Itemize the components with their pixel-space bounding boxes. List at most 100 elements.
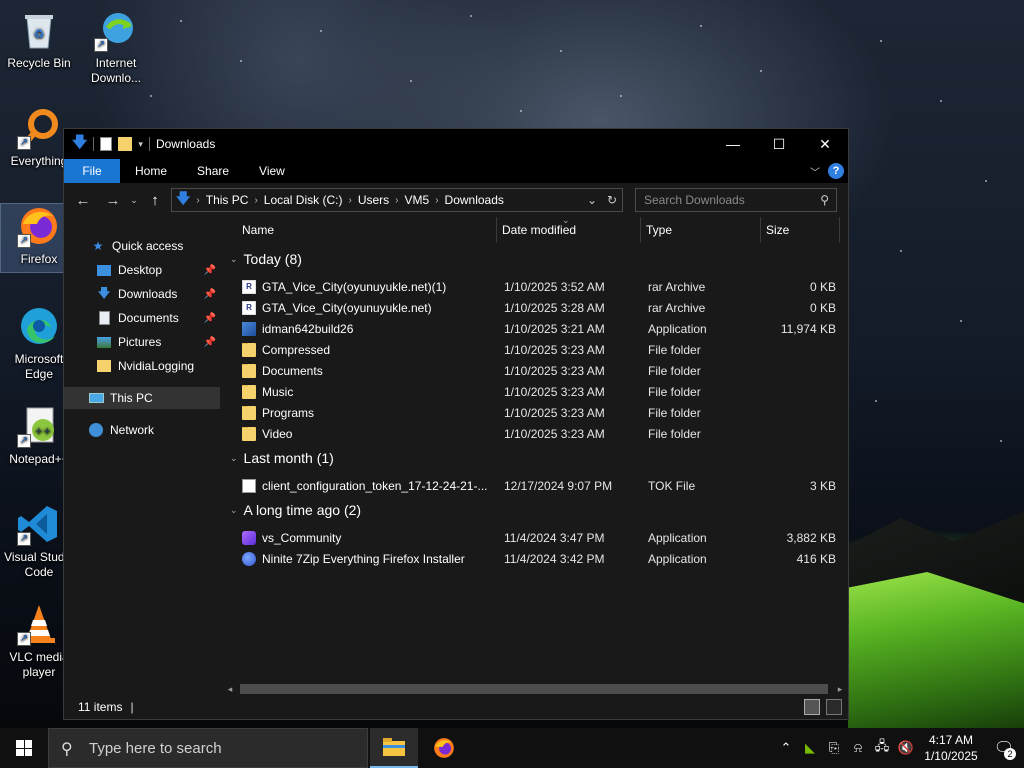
- details-view-icon[interactable]: [804, 699, 820, 715]
- shortcut-arrow-icon: ↗: [17, 632, 31, 646]
- refresh-icon[interactable]: ↻: [602, 193, 622, 207]
- title-bar[interactable]: 🡇 ▾ Downloads — ☐ ✕: [64, 129, 848, 159]
- help-icon[interactable]: ?: [828, 163, 844, 179]
- file-row[interactable]: vs_Community 11/4/2024 3:47 PM Application…: [242, 527, 842, 548]
- file-row[interactable]: Compressed 1/10/2025 3:23 AM File folder: [242, 339, 842, 360]
- file-list: Name ⌄ Date modified Type Size ⌄ Today (8…: [222, 215, 848, 695]
- new-folder-icon[interactable]: [118, 137, 133, 151]
- column-header-type[interactable]: Type: [646, 217, 672, 243]
- tab-file[interactable]: File: [64, 159, 120, 183]
- search-icon: ⚲: [820, 193, 829, 207]
- expand-ribbon-chevron-icon[interactable]: ﹀: [810, 164, 820, 179]
- svg-text:♻: ♻: [34, 27, 45, 41]
- file-size: 3,882 KB: [786, 530, 836, 545]
- scrollbar-thumb[interactable]: [240, 684, 828, 694]
- downloads-location-icon: 🡇: [176, 190, 191, 206]
- collapse-group-chevron-icon[interactable]: ⌄: [230, 254, 238, 265]
- folder-icon: [242, 363, 256, 378]
- column-divider[interactable]: [640, 217, 641, 243]
- breadcrumb-users[interactable]: Users: [352, 193, 395, 207]
- group-header[interactable]: ⌄ Today (8): [230, 251, 302, 267]
- idm-tray-icon[interactable]: ⎘: [822, 740, 846, 756]
- breadcrumb-this-pc[interactable]: This PC: [200, 193, 255, 207]
- nvidia-icon[interactable]: ◣: [798, 740, 822, 756]
- file-row[interactable]: Documents 1/10/2025 3:23 AM File folder: [242, 360, 842, 381]
- taskbar-file-explorer[interactable]: [370, 728, 418, 768]
- tab-share[interactable]: Share: [182, 159, 244, 183]
- svg-text:++: ++: [35, 426, 52, 437]
- up-arrow-icon[interactable]: ↑: [142, 192, 168, 209]
- column-divider[interactable]: [496, 217, 497, 243]
- large-icons-view-icon[interactable]: [826, 699, 842, 715]
- file-row[interactable]: Ninite 7Zip Everything Firefox Installer…: [242, 548, 842, 569]
- desktop-icon-internet-download-manager[interactable]: ↗ Internet Downlo...: [78, 8, 154, 86]
- toolbar-separator: [148, 137, 150, 151]
- nav-pictures[interactable]: Pictures 📌: [96, 331, 216, 353]
- group-header[interactable]: ⌄ Last month (1): [230, 450, 334, 466]
- maximize-button[interactable]: ☐: [756, 129, 802, 159]
- file-row[interactable]: Video 1/10/2025 3:23 AM File folder: [242, 423, 842, 444]
- minimize-button[interactable]: —: [710, 129, 756, 159]
- nav-quick-access[interactable]: ★ Quick access: [90, 235, 184, 257]
- file-row[interactable]: Music 1/10/2025 3:23 AM File folder: [242, 381, 842, 402]
- file-name: vs_Community: [262, 530, 342, 545]
- pin-icon[interactable]: 📌: [204, 313, 216, 324]
- recent-locations-chevron-icon[interactable]: ⌄: [126, 195, 142, 206]
- address-bar[interactable]: 🡇 › This PC › Local Disk (C:) › Users › …: [171, 188, 623, 212]
- collapse-group-chevron-icon[interactable]: ⌄: [230, 505, 238, 516]
- nav-nvidialogging[interactable]: NvidiaLogging: [96, 355, 194, 377]
- vlc-cone-icon: ↗: [17, 602, 61, 646]
- file-row[interactable]: R GTA_Vice_City(oyunuyukle.net)(1) 1/10/20…: [242, 276, 842, 297]
- windows-logo-icon: [16, 740, 32, 756]
- address-history-chevron-icon[interactable]: ⌄: [582, 193, 602, 207]
- pin-icon[interactable]: 📌: [204, 337, 216, 348]
- file-row[interactable]: R GTA_Vice_City(oyunuyukle.net) 1/10/2025 …: [242, 297, 842, 318]
- desktop-icon-recycle-bin[interactable]: ♻ Recycle Bin: [1, 8, 77, 71]
- ribbon-tabs: File Home Share View ﹀ ?: [64, 159, 848, 183]
- file-row[interactable]: idman642build26 1/10/2025 3:21 AM Applicat…: [242, 318, 842, 339]
- nav-network[interactable]: Network: [88, 419, 154, 441]
- nav-desktop[interactable]: Desktop 📌: [96, 259, 216, 281]
- column-header-date[interactable]: Date modified: [502, 217, 576, 243]
- file-row[interactable]: Programs 1/10/2025 3:23 AM File folder: [242, 402, 842, 423]
- group-header[interactable]: ⌄ A long time ago (2): [230, 502, 361, 518]
- nav-this-pc[interactable]: This PC: [64, 387, 220, 409]
- visual-studio-code-icon: ↗: [17, 502, 61, 546]
- network-tray-icon[interactable]: 🖧: [870, 737, 894, 759]
- file-name-cell: R GTA_Vice_City(oyunuyukle.net): [242, 300, 492, 315]
- breadcrumb-vm5[interactable]: VM5: [399, 193, 436, 207]
- column-divider[interactable]: [839, 217, 840, 243]
- properties-icon[interactable]: [100, 137, 113, 151]
- tab-view[interactable]: View: [244, 159, 300, 183]
- taskbar-search-box[interactable]: ⚲ Type here to search: [48, 728, 368, 768]
- start-button[interactable]: [0, 728, 48, 768]
- volume-muted-icon[interactable]: 🔇: [894, 740, 918, 756]
- nav-downloads[interactable]: 🡇 Downloads 📌: [96, 283, 216, 305]
- navigation-pane: ★ Quick access Desktop 📌 🡇 Downloads 📌 D…: [64, 217, 220, 695]
- back-arrow-icon[interactable]: ←: [70, 192, 96, 209]
- action-center-button[interactable]: 🗨 2: [984, 738, 1024, 760]
- clock[interactable]: 4:17 AM 1/10/2025: [918, 732, 984, 764]
- window-title: Downloads: [155, 137, 216, 151]
- clock-time: 4:17 AM: [928, 733, 974, 747]
- pin-icon[interactable]: 📌: [204, 289, 216, 300]
- usb-icon[interactable]: ⍾: [846, 740, 870, 756]
- collapse-group-chevron-icon[interactable]: ⌄: [230, 453, 238, 464]
- file-row[interactable]: client_configuration_token_17-12-24-21-.…: [242, 475, 842, 496]
- pin-icon[interactable]: 📌: [204, 265, 216, 276]
- column-header-size[interactable]: Size: [766, 217, 789, 243]
- tab-home[interactable]: Home: [120, 159, 182, 183]
- file-name-cell: Documents: [242, 363, 492, 378]
- column-header-name[interactable]: Name: [242, 217, 274, 243]
- breadcrumb-local-disk[interactable]: Local Disk (C:): [258, 193, 349, 207]
- forward-arrow-icon[interactable]: →: [100, 192, 126, 209]
- breadcrumb-downloads[interactable]: Downloads: [439, 193, 510, 207]
- column-divider[interactable]: [760, 217, 761, 243]
- nav-documents[interactable]: Documents 📌: [96, 307, 216, 329]
- taskbar-search-placeholder: Type here to search: [89, 739, 222, 757]
- search-box[interactable]: Search Downloads ⚲: [635, 188, 837, 212]
- taskbar-firefox[interactable]: [420, 728, 468, 768]
- customize-toolbar-chevron-icon[interactable]: ▾: [138, 139, 143, 150]
- show-hidden-icons-chevron-icon[interactable]: ⌃: [774, 740, 798, 756]
- close-button[interactable]: ✕: [802, 129, 848, 159]
